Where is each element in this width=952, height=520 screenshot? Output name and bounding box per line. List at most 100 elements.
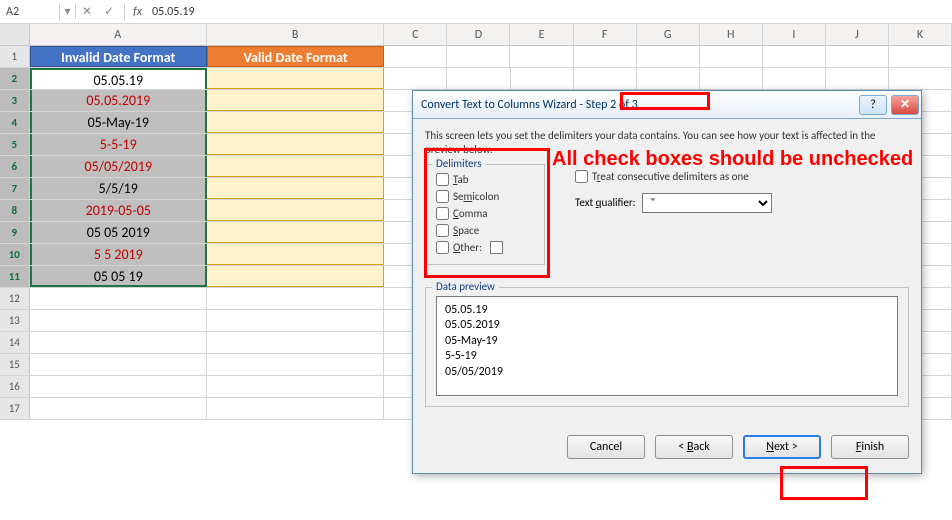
cell[interactable]: 5/5/19 xyxy=(30,178,207,199)
next-button[interactable]: Next > xyxy=(743,435,821,459)
back-button[interactable]: < Back xyxy=(655,435,733,459)
delim-comma-checkbox[interactable]: Comma xyxy=(436,207,534,220)
cell[interactable] xyxy=(207,134,384,155)
cell[interactable] xyxy=(207,90,384,111)
col-header-h[interactable]: H xyxy=(700,24,763,45)
cell[interactable] xyxy=(826,46,889,67)
cell[interactable]: 05 05 2019 xyxy=(30,222,207,243)
row-header[interactable]: 3 xyxy=(0,90,30,111)
cell[interactable] xyxy=(30,310,207,331)
name-box-dropdown[interactable]: ▾ xyxy=(60,4,76,19)
delim-semicolon-checkbox[interactable]: Semicolon xyxy=(436,190,534,203)
cell[interactable] xyxy=(637,46,700,67)
cell[interactable] xyxy=(447,46,510,67)
col-header-a[interactable]: A xyxy=(30,24,207,45)
cell[interactable] xyxy=(763,68,826,89)
cell[interactable] xyxy=(511,68,574,89)
cell[interactable] xyxy=(889,68,952,89)
cell[interactable]: 05.05.19 xyxy=(30,68,207,89)
cell[interactable] xyxy=(510,46,573,67)
row-header[interactable]: 14 xyxy=(0,332,30,353)
cell[interactable] xyxy=(207,310,384,331)
cell[interactable] xyxy=(700,46,763,67)
cell[interactable]: 5 5 2019 xyxy=(30,244,207,265)
cell[interactable] xyxy=(207,398,384,419)
col-header-f[interactable]: F xyxy=(574,24,637,45)
close-button[interactable]: ✕ xyxy=(891,95,919,115)
cell[interactable] xyxy=(207,112,384,133)
row-header[interactable]: 9 xyxy=(0,222,30,243)
cell[interactable] xyxy=(637,68,700,89)
cell[interactable]: Valid Date Format xyxy=(207,46,384,67)
row-header[interactable]: 13 xyxy=(0,310,30,331)
formula-input[interactable]: 05.05.19 xyxy=(146,3,952,21)
col-header-i[interactable]: I xyxy=(763,24,826,45)
col-header-g[interactable]: G xyxy=(637,24,700,45)
cell[interactable] xyxy=(207,266,384,287)
row-header[interactable]: 12 xyxy=(0,288,30,309)
col-header-k[interactable]: K xyxy=(889,24,952,45)
cell[interactable] xyxy=(207,68,384,89)
row-header[interactable]: 4 xyxy=(0,112,30,133)
cell[interactable] xyxy=(30,288,207,309)
cell[interactable] xyxy=(447,68,510,89)
row-header[interactable]: 7 xyxy=(0,178,30,199)
col-header-c[interactable]: C xyxy=(384,24,447,45)
delim-space-checkbox[interactable]: Space xyxy=(436,224,534,237)
dialog-titlebar[interactable]: Convert Text to Columns Wizard - Step 2 … xyxy=(413,91,921,119)
name-box[interactable]: A2 xyxy=(0,3,60,21)
col-header-d[interactable]: D xyxy=(447,24,510,45)
cell[interactable] xyxy=(30,354,207,375)
cancel-button[interactable]: Cancel xyxy=(567,435,645,459)
finish-button[interactable]: Finish xyxy=(831,435,909,459)
cell[interactable] xyxy=(207,288,384,309)
delim-tab-checkbox[interactable]: Tab xyxy=(436,173,534,186)
cell[interactable] xyxy=(207,244,384,265)
cell[interactable]: 05-May-19 xyxy=(30,112,207,133)
row-header[interactable]: 17 xyxy=(0,398,30,419)
cell[interactable] xyxy=(574,68,637,89)
col-header-j[interactable]: J xyxy=(826,24,889,45)
cell[interactable] xyxy=(207,332,384,353)
cell[interactable] xyxy=(207,354,384,375)
cell[interactable] xyxy=(384,68,447,89)
cell[interactable]: 05/05/2019 xyxy=(30,156,207,177)
cell[interactable]: 05 05 19 xyxy=(30,266,207,287)
help-button[interactable]: ? xyxy=(859,95,887,115)
col-header-b[interactable]: B xyxy=(207,24,384,45)
cell[interactable] xyxy=(207,156,384,177)
row-header[interactable]: 16 xyxy=(0,376,30,397)
row-header[interactable]: 8 xyxy=(0,200,30,221)
col-header-e[interactable]: E xyxy=(510,24,573,45)
cell[interactable] xyxy=(30,376,207,397)
delim-other-checkbox[interactable]: Other: xyxy=(436,241,534,254)
cell[interactable] xyxy=(384,46,447,67)
row-header[interactable]: 1 xyxy=(0,46,30,67)
row-header[interactable]: 5 xyxy=(0,134,30,155)
cell[interactable] xyxy=(207,178,384,199)
cell[interactable] xyxy=(30,398,207,419)
row-header[interactable]: 2 xyxy=(0,68,30,89)
row-header[interactable]: 10 xyxy=(0,244,30,265)
cell[interactable] xyxy=(574,46,637,67)
accept-formula-icon[interactable]: ✓ xyxy=(98,4,120,19)
cell[interactable]: 5-5-19 xyxy=(30,134,207,155)
row-header[interactable]: 11 xyxy=(0,266,30,287)
text-qualifier-select[interactable]: " xyxy=(642,193,772,213)
cell[interactable] xyxy=(30,332,207,353)
treat-consecutive-checkbox[interactable]: Treat consecutive delimiters as one xyxy=(575,170,909,183)
delim-other-input[interactable] xyxy=(490,241,503,254)
select-all-corner[interactable] xyxy=(0,24,30,45)
fx-icon[interactable]: fx xyxy=(129,5,146,19)
cell[interactable] xyxy=(763,46,826,67)
cell[interactable]: 2019-05-05 xyxy=(30,200,207,221)
cell[interactable]: Invalid Date Format xyxy=(30,46,207,67)
cell[interactable]: 05.05.2019 xyxy=(30,90,207,111)
cell[interactable] xyxy=(207,222,384,243)
cell[interactable] xyxy=(207,376,384,397)
row-header[interactable]: 15 xyxy=(0,354,30,375)
cancel-formula-icon[interactable]: ✕ xyxy=(76,4,98,19)
row-header[interactable]: 6 xyxy=(0,156,30,177)
cell[interactable] xyxy=(889,46,952,67)
cell[interactable] xyxy=(826,68,889,89)
